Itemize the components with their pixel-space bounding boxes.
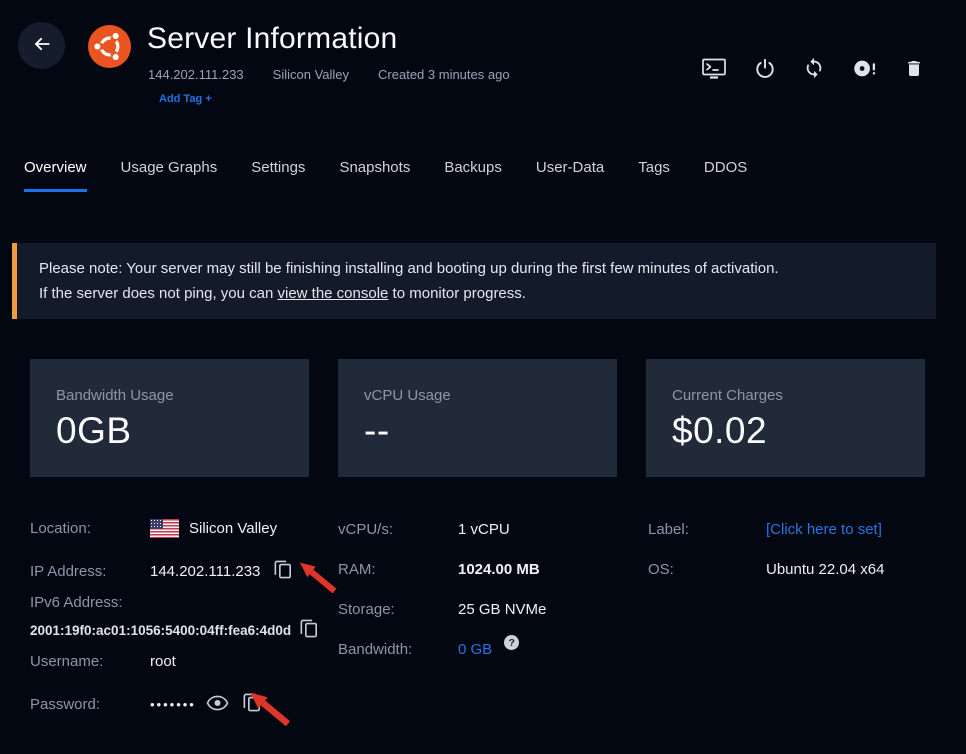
ubuntu-logo-icon [88, 25, 131, 68]
sync-icon [803, 56, 825, 80]
view-console-link[interactable]: view the console [277, 285, 388, 302]
ipv6-address-label: IPv6 Address: [30, 594, 123, 611]
tab-snapshots[interactable]: Snapshots [339, 159, 410, 192]
ipv6-label-row: IPv6 Address: [30, 594, 123, 611]
us-flag-icon [150, 519, 179, 538]
activation-notice: Please note: Your server may still be fi… [12, 243, 936, 319]
bandwidth-usage-card: Bandwidth Usage 0GB [30, 359, 309, 477]
password-label: Password: [30, 696, 150, 713]
vcpu-value: 1 vCPU [458, 521, 510, 538]
storage-label: Storage: [338, 601, 458, 618]
ip-address-value: 144.202.111.233 [150, 563, 260, 580]
ip-address-label: IP Address: [30, 563, 150, 580]
iso-button[interactable] [852, 57, 877, 80]
ipv6-value-row: 2001:19f0:ac01:1056:5400:04ff:fea6:4d0d [30, 618, 318, 642]
stat-label: Current Charges [672, 387, 925, 404]
tab-user-data[interactable]: User-Data [536, 159, 604, 192]
label-row: Label: [Click here to set] [648, 521, 882, 538]
os-row: OS: Ubuntu 22.04 x64 [648, 561, 884, 578]
server-meta: 144.202.111.233 Silicon Valley Created 3… [148, 67, 510, 82]
vcpu-row: vCPU/s: 1 vCPU [338, 521, 510, 538]
os-label: OS: [648, 561, 766, 578]
console-icon [701, 56, 727, 80]
tab-bar: Overview Usage Graphs Settings Snapshots… [24, 159, 747, 192]
server-location: Silicon Valley [273, 67, 349, 82]
ram-value: 1024.00 MB [458, 561, 540, 578]
username-value: root [150, 653, 176, 670]
vcpu-usage-card: vCPU Usage -- [338, 359, 617, 477]
console-button[interactable] [701, 56, 727, 80]
server-created: Created 3 minutes ago [378, 67, 510, 82]
location-row: Location: Silicon Valley [30, 519, 277, 538]
server-information-page: Server Information 144.202.111.233 Silic… [0, 0, 966, 754]
stat-cards: Bandwidth Usage 0GB vCPU Usage -- Curren… [30, 359, 925, 477]
back-button[interactable] [18, 22, 65, 69]
ipv6-address-value: 2001:19f0:ac01:1056:5400:04ff:fea6:4d0d [30, 623, 291, 638]
copy-ip-button[interactable] [274, 559, 292, 583]
reinstall-button[interactable] [803, 56, 825, 80]
page-title: Server Information [147, 22, 397, 56]
username-row: Username: root [30, 653, 176, 670]
current-charges-card: Current Charges $0.02 [646, 359, 925, 477]
tab-backups[interactable]: Backups [444, 159, 502, 192]
copy-icon [300, 618, 318, 642]
location-value: Silicon Valley [189, 520, 277, 537]
stat-value: $0.02 [672, 410, 925, 452]
notice-line-2: If the server does not ping, you can vie… [39, 281, 916, 306]
stat-value: 0GB [56, 410, 309, 452]
trash-icon [904, 57, 924, 80]
ip-address-row: IP Address: 144.202.111.233 [30, 559, 292, 583]
show-password-button[interactable] [206, 695, 229, 714]
bandwidth-label: Bandwidth: [338, 641, 458, 658]
power-icon [754, 57, 776, 80]
copy-icon [274, 559, 292, 583]
ram-label: RAM: [338, 561, 458, 578]
password-value: ••••••• [150, 697, 196, 712]
notice-line-2-suffix: to monitor progress. [388, 285, 526, 302]
server-actions [701, 56, 924, 80]
vcpu-label: vCPU/s: [338, 521, 458, 538]
notice-line-2-prefix: If the server does not ping, you can [39, 285, 277, 302]
storage-value: 25 GB NVMe [458, 601, 546, 618]
copy-ipv6-button[interactable] [300, 618, 318, 642]
eye-icon [206, 695, 229, 714]
arrow-left-icon [31, 33, 53, 58]
stat-label: vCPU Usage [364, 387, 617, 404]
stat-value: -- [364, 410, 617, 452]
add-tag-link[interactable]: Add Tag + [159, 93, 212, 105]
storage-row: Storage: 25 GB NVMe [338, 601, 546, 618]
annotation-arrow-ip-copy [297, 561, 339, 599]
bandwidth-row: Bandwidth: 0 GB ? [338, 641, 519, 658]
server-ip: 144.202.111.233 [148, 67, 244, 82]
password-row: Password: ••••••• [30, 692, 261, 716]
iso-disc-alert-icon [852, 57, 877, 80]
location-label: Location: [30, 520, 150, 537]
tab-overview[interactable]: Overview [24, 159, 87, 192]
tab-usage-graphs[interactable]: Usage Graphs [121, 159, 218, 192]
delete-server-button[interactable] [904, 57, 924, 80]
bandwidth-value-link[interactable]: 0 GB [458, 641, 492, 658]
username-label: Username: [30, 653, 150, 670]
os-value: Ubuntu 22.04 x64 [766, 561, 884, 578]
power-button[interactable] [754, 57, 776, 80]
notice-line-1: Please note: Your server may still be fi… [39, 256, 916, 281]
ram-row: RAM: 1024.00 MB [338, 561, 540, 578]
tab-settings[interactable]: Settings [251, 159, 305, 192]
annotation-arrow-password-copy [248, 691, 292, 732]
stat-label: Bandwidth Usage [56, 387, 309, 404]
tab-ddos[interactable]: DDOS [704, 159, 747, 192]
label-label: Label: [648, 521, 766, 538]
tab-tags[interactable]: Tags [638, 159, 670, 192]
set-label-link[interactable]: [Click here to set] [766, 521, 882, 538]
bandwidth-help-icon[interactable]: ? [504, 635, 519, 650]
